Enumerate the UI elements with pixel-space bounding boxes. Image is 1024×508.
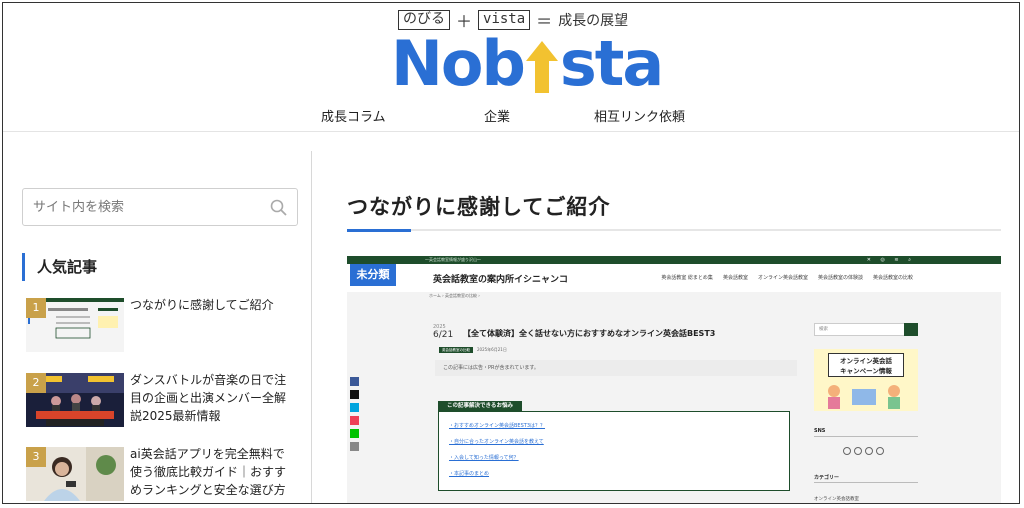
rank-badge: 3	[26, 447, 46, 467]
embedded-menu-item: オンライン英会話教室	[757, 275, 808, 281]
banner-illustration	[828, 385, 900, 409]
post-thumbnail[interactable]: 1	[26, 298, 124, 352]
nav-item-growth-column[interactable]: 成長コラム	[321, 106, 386, 125]
post-thumbnail[interactable]: 2	[26, 373, 124, 427]
embedded-category-item: オンライン英会話教室	[814, 497, 859, 502]
embedded-category-tag: 英会話教室の比較	[439, 347, 473, 353]
sidebar: 人気記事 1 つながりに感謝してご紹介	[3, 133, 311, 503]
embedded-article-title: 【全て体験済】全く話せない方におすすめなオンライン英会話BEST3	[463, 329, 716, 338]
embedded-sns-icon	[843, 447, 851, 455]
popular-posts-heading: 人気記事	[22, 253, 97, 281]
search-box	[22, 188, 298, 226]
embedded-toc-title: この記事解決できるお悩み	[438, 401, 522, 412]
hatena-icon	[350, 403, 359, 412]
embedded-search-field: 検索	[814, 323, 918, 336]
title-underline-accent	[347, 229, 411, 232]
post-title[interactable]: つながりに感謝してご紹介	[130, 296, 296, 314]
column-divider	[311, 151, 312, 503]
embedded-search-placeholder: 検索	[819, 327, 828, 332]
post-title[interactable]: ai英会話アプリを完全無料で使う徹底比較ガイド｜おすすめランキングと安全な選び方	[130, 445, 296, 499]
embedded-sns-icon	[876, 447, 884, 455]
post-thumbnail[interactable]: 3	[26, 447, 124, 501]
rank-badge: 2	[26, 373, 46, 393]
nav-item-companies[interactable]: 企業	[484, 106, 510, 125]
embedded-sns-icon	[854, 447, 862, 455]
embedded-toc-item: ・本記事のまとめ	[449, 471, 490, 477]
embedded-ad-notice: この記事には広告・PRが含まれています。	[435, 360, 797, 376]
post-title[interactable]: ダンスバトルが音楽の日で注目の企画と出演メンバー全解説2025最新情報	[130, 371, 296, 425]
pocket-icon	[350, 416, 359, 425]
embedded-updated-date: 2025年6月21日	[477, 347, 507, 352]
embedded-toc-item: ・自分に合ったオンライン英会話を教えて	[449, 439, 544, 445]
main-content: つながりに感謝してご紹介 〜英会話教室情報が盛り沢山〜 ✕ ◎ ≋ ⌕ 英会話教…	[313, 133, 1019, 503]
embedded-site-screenshot: 〜英会話教室情報が盛り沢山〜 ✕ ◎ ≋ ⌕ 英会話教室の案内所イシニャンコ 英…	[347, 256, 1001, 503]
embedded-menu-item: 英会話教室 総まとめ集	[661, 275, 713, 281]
embedded-site-name: 英会話教室の案内所イシニャンコ	[433, 275, 569, 285]
embedded-topbar-icons: ✕ ◎ ≋ ⌕	[866, 257, 915, 263]
line-icon	[350, 429, 359, 438]
logo-text-right: sta	[559, 27, 664, 100]
popular-post-3[interactable]: 3 ai英会話アプリを完全無料で使う徹底比較ガイド｜おすすめランキングと安全な選…	[26, 447, 296, 503]
x-icon	[350, 390, 359, 399]
header-divider	[3, 131, 1019, 132]
tagline-equals: ＝	[536, 12, 553, 31]
browser-frame: のびる ＋ vista ＝ 成長の展望 Nob sta 成長コラム 企業 相互リ…	[2, 2, 1020, 504]
embedded-sns-icon	[865, 447, 873, 455]
logo-text-left: Nob	[391, 27, 526, 100]
embedded-menu-item: 英会話教室	[722, 275, 748, 281]
popular-post-1[interactable]: 1 つながりに感謝してご紹介	[26, 298, 296, 354]
embedded-menu: 英会話教室 総まとめ集 英会話教室 オンライン英会話教室 英会話教室の体験談 英…	[661, 274, 913, 281]
embedded-menu-item: 英会話教室の体験談	[817, 275, 863, 281]
embedded-banner-line1: オンライン英会話	[840, 357, 892, 365]
facebook-icon	[350, 377, 359, 386]
title-underline	[347, 229, 1001, 231]
embedded-header: 英会話教室の案内所イシニャンコ 英会話教室 総まとめ集 英会話教室 オンライン英…	[347, 264, 1001, 292]
embedded-category-divider	[814, 482, 918, 483]
popular-post-2[interactable]: 2 ダンスバトルが音楽の日で注目の企画と出演メンバー全解説2025最新情報	[26, 373, 296, 429]
embedded-sns-heading: SNS	[814, 428, 826, 434]
embedded-toc-item: ・入会して知った情報って何？	[449, 455, 519, 461]
embedded-toc-box: この記事解決できるお悩み ・おすすめオンライン英会話BEST3は？？ ・自分に合…	[438, 401, 790, 491]
embedded-date: 6/21	[433, 330, 454, 340]
embedded-sns-divider	[814, 436, 918, 437]
search-input[interactable]	[23, 189, 263, 225]
global-nav: 成長コラム 企業 相互リンク依頼	[3, 106, 1019, 126]
embedded-topbar-text: 〜英会話教室情報が盛り沢山〜	[425, 257, 481, 262]
page-title: つながりに感謝してご紹介	[347, 195, 611, 219]
embedded-topbar: 〜英会話教室情報が盛り沢山〜 ✕ ◎ ≋ ⌕	[347, 256, 1001, 264]
rank-badge: 1	[26, 298, 46, 318]
category-badge: 未分類	[350, 264, 396, 286]
embedded-category-heading: カテゴリー	[814, 475, 840, 481]
nav-item-link-request[interactable]: 相互リンク依頼	[594, 106, 685, 125]
embedded-search-button	[904, 323, 918, 336]
logo-arrow-icon	[525, 37, 559, 97]
embedded-sns-icons	[843, 447, 884, 455]
copy-icon	[350, 442, 359, 451]
embedded-banner-line2: キャンペーン情報	[840, 367, 892, 375]
embedded-breadcrumb: ホーム › 英会話教室の比較 ›	[429, 293, 480, 298]
embedded-menu-item: 英会話教室の比較	[872, 275, 913, 281]
site-header: のびる ＋ vista ＝ 成長の展望 Nob sta 成長コラム 企業 相互リ…	[3, 3, 1019, 133]
embedded-campaign-banner: オンライン英会話 キャンペーン情報	[814, 349, 918, 411]
search-icon[interactable]	[269, 198, 289, 218]
embedded-toc-item: ・おすすめオンライン英会話BEST3は？？	[449, 423, 546, 429]
site-logo[interactable]: Nob sta	[391, 27, 664, 100]
embedded-banner-text: オンライン英会話 キャンペーン情報	[828, 353, 904, 377]
